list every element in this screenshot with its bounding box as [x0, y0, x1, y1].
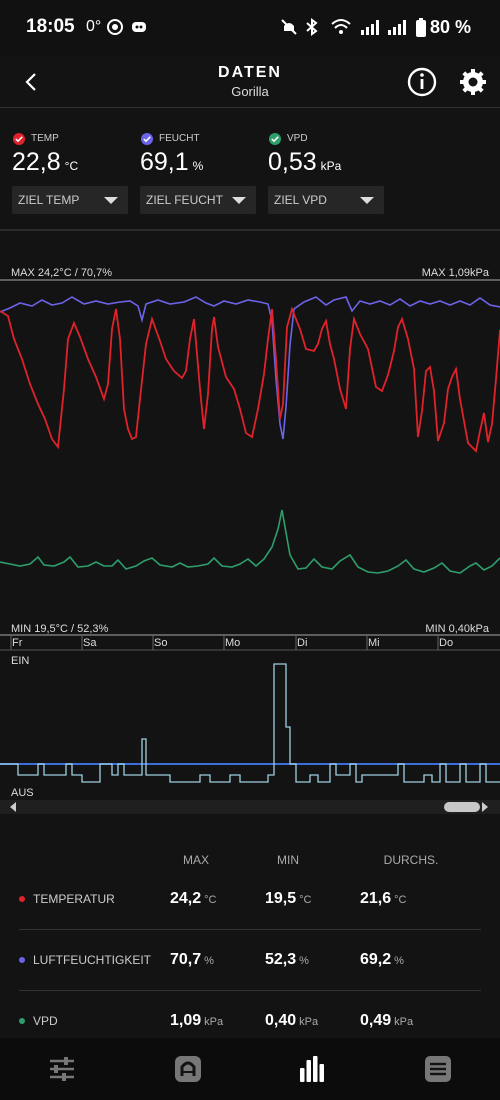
temp-check-icon	[13, 133, 25, 145]
stats-vpd-avg: 0,49 kPa	[360, 1012, 414, 1029]
chart-max-left: MAX 24,2°C / 70,7%	[11, 267, 113, 279]
metric-humidity-label: FEUCHT	[159, 133, 200, 144]
scroll-thumb	[444, 802, 480, 812]
bluetooth-icon	[306, 18, 318, 36]
metric-humidity-value: 69,1%	[140, 148, 204, 176]
app-notification-icon	[107, 19, 123, 35]
stats-temperature-avg: 21,6 °C	[360, 890, 407, 907]
battery-percentage: 80 %	[430, 17, 472, 37]
day-label-mo: Mo	[225, 637, 241, 649]
stats-row-humidity-label: LUFTFEUCHTIGKEIT	[33, 953, 152, 967]
vpd-check-icon	[269, 133, 281, 145]
temp-series-line	[0, 306, 500, 453]
header-divider	[0, 107, 500, 108]
sliders-icon[interactable]	[45, 1052, 79, 1086]
info-icon[interactable]	[406, 66, 438, 98]
chart-max-right: MAX 1,09kPa	[421, 267, 489, 279]
discord-icon	[132, 22, 146, 32]
metric-temp-label: TEMP	[31, 133, 59, 144]
stats-row-vpd-label: VPD	[33, 1014, 58, 1028]
stats-vpd-max: 1,09 kPa	[170, 1012, 224, 1029]
metric-vpd-value: 0,53 kPa	[268, 148, 342, 176]
timeline-scrollbar[interactable]	[0, 800, 500, 814]
humidity-dot	[19, 957, 25, 963]
chevron-down-icon	[360, 197, 374, 204]
status-time: 18:05	[26, 16, 75, 37]
signal-icon-2	[388, 20, 406, 35]
battery-icon	[416, 18, 426, 37]
device-icon[interactable]	[171, 1052, 205, 1086]
chevron-down-icon	[232, 197, 246, 204]
stats-row-temperature-label: TEMPERATUR	[33, 892, 115, 906]
stats-header-min: MIN	[277, 853, 299, 867]
sensor-chart[interactable]	[0, 279, 500, 637]
target-humidity-dropdown[interactable]: ZIEL FEUCHT	[140, 186, 256, 214]
mute-icon	[281, 19, 297, 35]
stats-divider	[19, 929, 481, 930]
statistics-icon[interactable]	[296, 1052, 330, 1086]
stats-temperature-max: 24,2 °C	[170, 890, 217, 907]
vpd-dot	[19, 1018, 25, 1024]
bottom-navigation	[0, 1038, 500, 1100]
stats-temperature-min: 19,5 °C	[265, 890, 312, 907]
metric-temp-value: 22,8 °C	[12, 148, 79, 176]
temperature-dot	[19, 896, 25, 902]
day-label-mi: Mi	[368, 637, 380, 649]
gear-icon[interactable]	[457, 66, 489, 98]
wifi-icon	[331, 19, 351, 34]
stats-vpd-min: 0,40 kPa	[265, 1012, 319, 1029]
humidity-check-icon	[141, 133, 153, 145]
day-label-sa: Sa	[83, 637, 97, 649]
chevron-down-icon	[104, 197, 118, 204]
day-label-so: So	[154, 637, 168, 649]
target-temp-dropdown[interactable]: ZIEL TEMP	[12, 186, 128, 214]
status-bar: 18:05 0° 80 %	[0, 0, 500, 56]
stats-header-avg: DURCHS.	[383, 853, 439, 867]
stats-humidity-avg: 69,2%	[360, 951, 404, 968]
day-label-do: Do	[439, 637, 454, 649]
list-icon[interactable]	[421, 1052, 455, 1086]
target-vpd-dropdown[interactable]: ZIEL VPD	[268, 186, 384, 214]
day-label-di: Di	[297, 637, 308, 649]
metric-vpd-label: VPD	[287, 133, 308, 144]
stats-divider	[19, 990, 481, 991]
status-temperature: 0°	[86, 18, 102, 35]
stats-humidity-min: 52,3%	[265, 951, 309, 968]
switch-chart[interactable]	[0, 651, 500, 801]
humidity-series-line	[0, 296, 500, 440]
stats-header-max: MAX	[182, 853, 209, 867]
chart-top-band	[0, 229, 500, 231]
header: DATEN Gorilla	[0, 56, 500, 108]
day-axis	[0, 636, 500, 651]
signal-icon	[361, 20, 379, 35]
day-label-fr: Fr	[12, 637, 23, 649]
vpd-series-line	[0, 509, 500, 574]
stats-humidity-max: 70,7%	[170, 951, 214, 968]
